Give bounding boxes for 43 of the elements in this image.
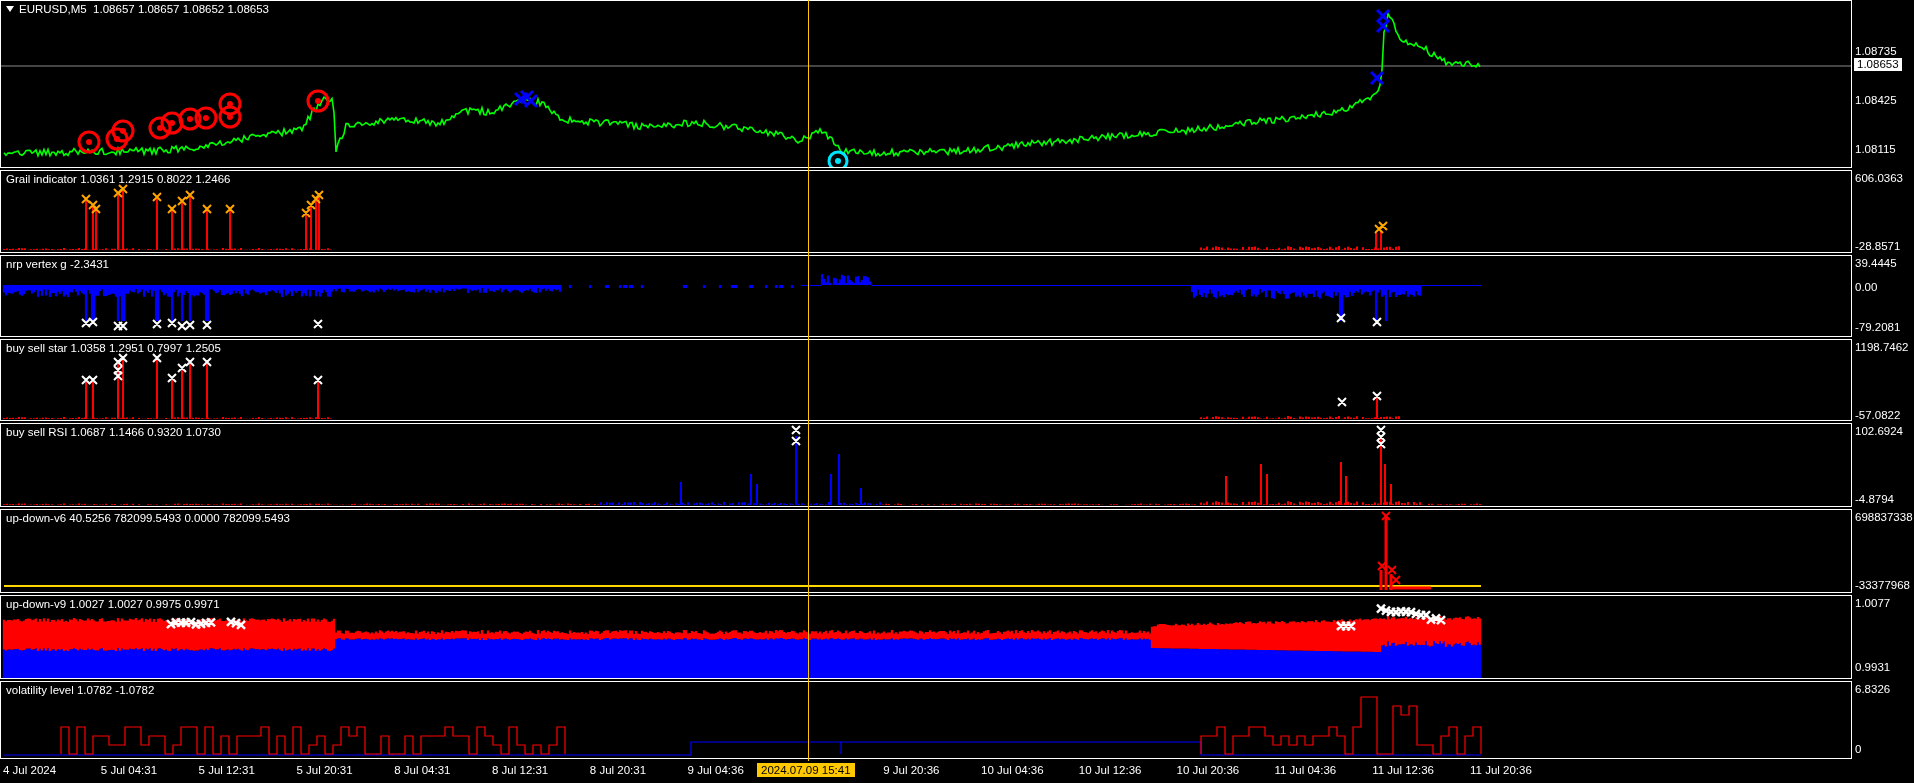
cursor-time-label: 2024.07.09 15:41	[757, 763, 855, 777]
time-axis-label: 11 Jul 20:36	[1470, 764, 1532, 776]
value-axis-label: 698837338	[1855, 511, 1913, 524]
time-axis-label: 10 Jul 04:36	[981, 764, 1044, 776]
time-axis-label: 10 Jul 20:36	[1176, 764, 1240, 776]
value-axis-label: 102.6924	[1855, 425, 1903, 438]
value-axis-label: 6.8326	[1855, 683, 1891, 696]
time-axis-label: 4 Jul 2024	[3, 764, 57, 776]
value-axis-label: -28.8571	[1855, 240, 1901, 253]
value-axis-label: -4.8794	[1855, 493, 1894, 506]
value-axis-label: 1.0077	[1855, 597, 1891, 610]
time-axis-label: 9 Jul 20:36	[883, 764, 940, 776]
value-axis-label: 0	[1855, 743, 1862, 756]
price-axis-label: 1.08115	[1855, 143, 1896, 156]
indicator-title: up-down-v6 40.5256 782099.5493 0.0000 782099.5493	[6, 512, 290, 524]
time-axis-label: 8 Jul 20:31	[589, 764, 647, 776]
value-axis-label: -79.2081	[1855, 321, 1901, 334]
indicator-title: Grail indicator 1.0361 1.2915 0.8022 1.2466	[6, 173, 231, 185]
value-axis-label: -33377968	[1855, 579, 1910, 592]
value-axis-label: 0.00	[1855, 281, 1878, 294]
value-axis-label: 1198.7462	[1855, 341, 1909, 354]
value-axis-label: 606.0363	[1855, 172, 1903, 185]
time-axis-label: 5 Jul 12:31	[198, 764, 255, 776]
time-axis-label: 8 Jul 12:31	[492, 764, 549, 776]
time-axis-label: 8 Jul 04:31	[394, 764, 451, 776]
time-axis-label: 10 Jul 12:36	[1078, 764, 1142, 776]
time-axis-label: 11 Jul 04:36	[1274, 764, 1337, 776]
chart-title: EURUSD,M5 1.08657 1.08657 1.08652 1.08653	[19, 3, 269, 15]
time-axis-label: 5 Jul 04:31	[100, 764, 158, 776]
time-axis-label: 9 Jul 04:36	[687, 764, 744, 776]
indicator-title: buy sell RSI 1.0687 1.1466 0.9320 1.0730	[6, 426, 221, 438]
price-axis-label: 1.08735	[1855, 45, 1897, 58]
time-axis-label: 11 Jul 12:36	[1372, 764, 1434, 776]
value-axis-label: 0.9931	[1855, 661, 1891, 674]
indicator-title: buy sell star 1.0358 1.2951 0.7997 1.2505	[6, 342, 221, 354]
indicator-title: volatility level 1.0782 -1.0782	[6, 684, 155, 696]
indicator-title: up-down-v9 1.0027 1.0027 0.9975 0.9971	[6, 598, 220, 610]
current-price-label: 1.08653	[1854, 58, 1902, 71]
time-axis-label: 5 Jul 20:31	[296, 764, 353, 776]
value-axis-label: -57.0822	[1855, 409, 1901, 422]
price-axis-label: 1.08425	[1855, 94, 1897, 107]
indicator-title: nrp vertex g -2.3431	[6, 258, 109, 270]
value-axis-label: 39.4445	[1855, 257, 1897, 270]
